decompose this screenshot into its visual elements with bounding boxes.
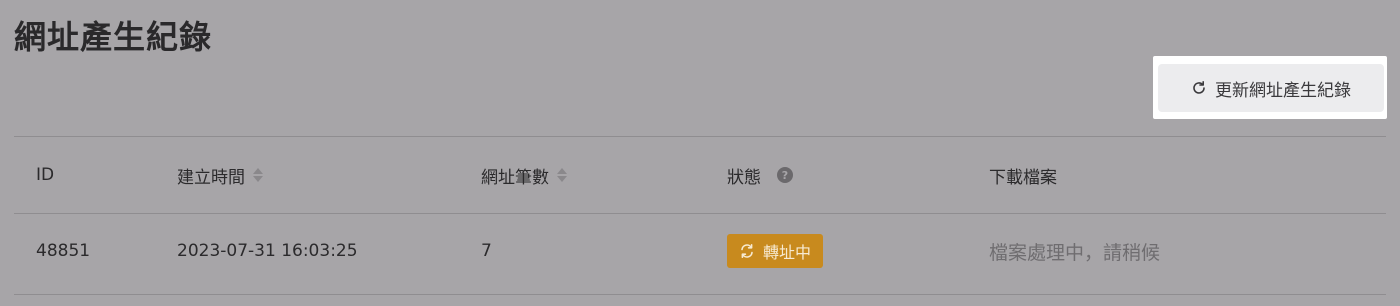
column-header-created[interactable]: 建立時間 [177,137,263,213]
column-header-status: 狀態 ? [727,137,793,213]
column-header-status-label: 狀態 [727,167,761,188]
column-header-download: 下載檔案 [989,167,1057,188]
cell-count: 7 [481,241,492,261]
column-header-count-label: 網址筆數 [481,167,549,188]
column-header-created-label: 建立時間 [177,167,245,188]
cell-download: 檔案處理中，請稍候 [989,213,1160,289]
records-table: ID 建立時間 網址筆數 狀態 ? 下載檔案 48851 2023-07-31 … [14,137,1386,295]
refresh-icon [1193,81,1205,94]
cell-created: 2023-07-31 16:03:25 [177,241,358,261]
refresh-button-label: 更新網址產生紀錄 [1215,80,1351,101]
row-divider [14,294,1386,295]
status-badge: 轉址中 [727,234,824,268]
refresh-records-button[interactable]: 更新網址產生紀錄 [1158,64,1384,112]
page-title: 網址產生紀錄 [14,18,213,56]
table-row: 48851 2023-07-31 16:03:25 7 轉址中 檔案處理中，請稍… [14,213,1386,289]
status-badge-label: 轉址中 [763,243,812,262]
sort-icon[interactable] [557,168,567,182]
column-header-id: ID [36,165,55,185]
table-header: ID 建立時間 網址筆數 狀態 ? 下載檔案 [14,137,1386,213]
cell-status: 轉址中 [727,213,824,289]
cell-id: 48851 [36,241,91,261]
sync-icon [741,244,753,258]
download-status-text: 檔案處理中，請稍候 [989,241,1161,264]
sort-icon[interactable] [253,168,263,182]
help-icon[interactable]: ? [777,167,793,183]
column-header-count[interactable]: 網址筆數 [481,137,567,213]
